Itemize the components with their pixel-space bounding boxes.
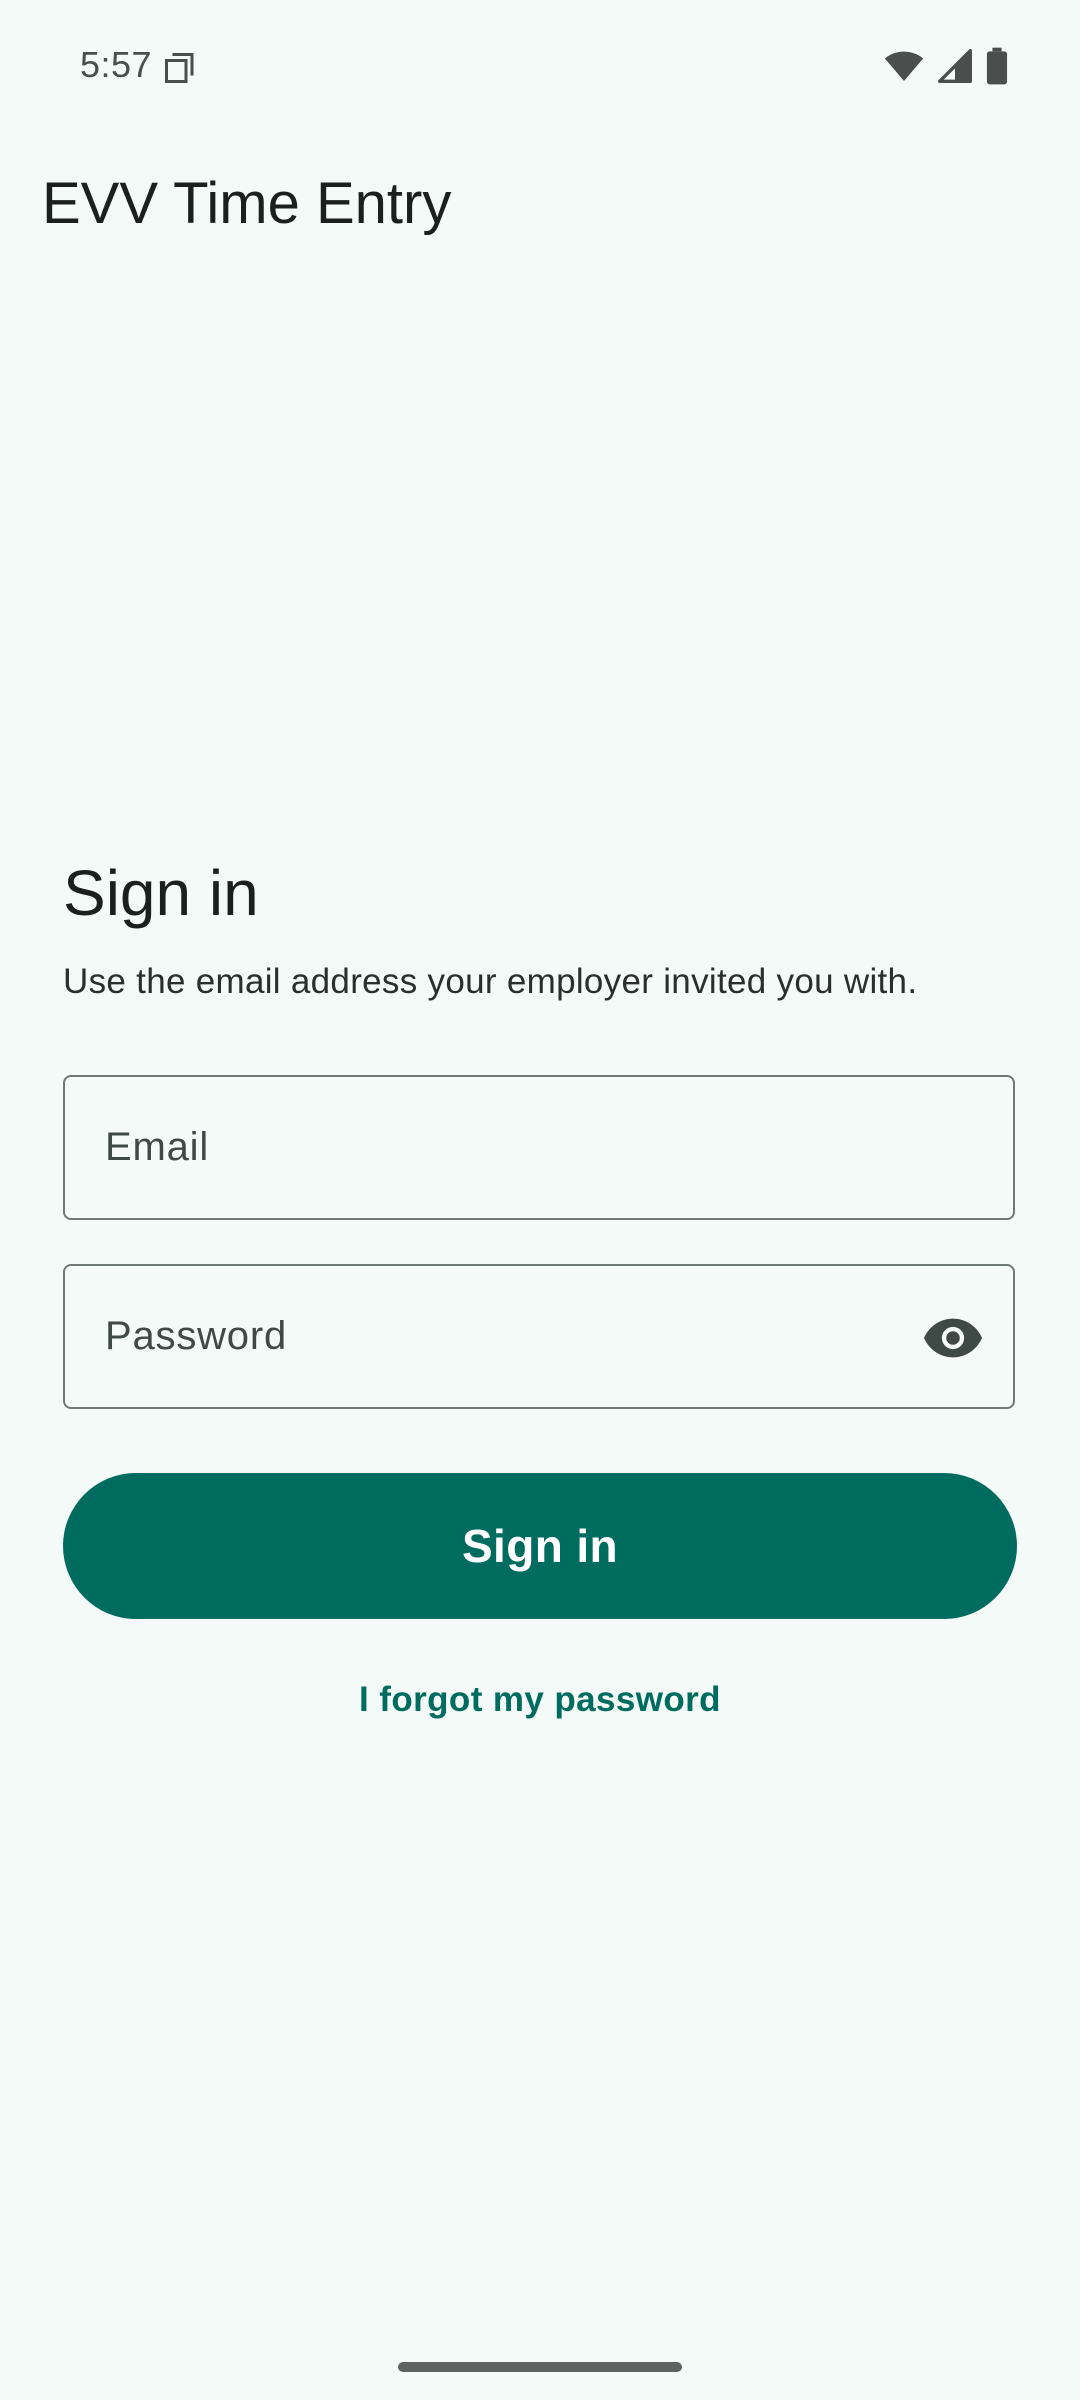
battery-icon bbox=[986, 47, 1008, 90]
eye-icon[interactable] bbox=[923, 1308, 983, 1368]
status-bar: 5:57 bbox=[0, 0, 1080, 136]
screenshot-icon bbox=[162, 50, 198, 86]
status-icons bbox=[884, 47, 1008, 90]
status-time: 5:57 bbox=[80, 44, 153, 85]
app-title: EVV Time Entry bbox=[42, 171, 452, 236]
sign-in-screen: 5:57 EVV Time Entry Sign in Use the emai… bbox=[0, 0, 1080, 2400]
sign-in-button[interactable]: Sign in bbox=[63, 1473, 1017, 1619]
password-input[interactable] bbox=[105, 1266, 925, 1407]
sign-in-heading: Sign in bbox=[63, 857, 259, 929]
wifi-icon bbox=[884, 49, 924, 88]
email-field[interactable] bbox=[63, 1075, 1015, 1220]
sign-in-subtitle: Use the email address your employer invi… bbox=[63, 962, 918, 1001]
forgot-password-link[interactable]: I forgot my password bbox=[0, 1680, 1080, 1720]
password-field[interactable] bbox=[63, 1264, 1015, 1409]
cell-signal-icon bbox=[938, 48, 972, 88]
email-input[interactable] bbox=[105, 1077, 925, 1218]
home-indicator[interactable] bbox=[398, 2362, 682, 2372]
